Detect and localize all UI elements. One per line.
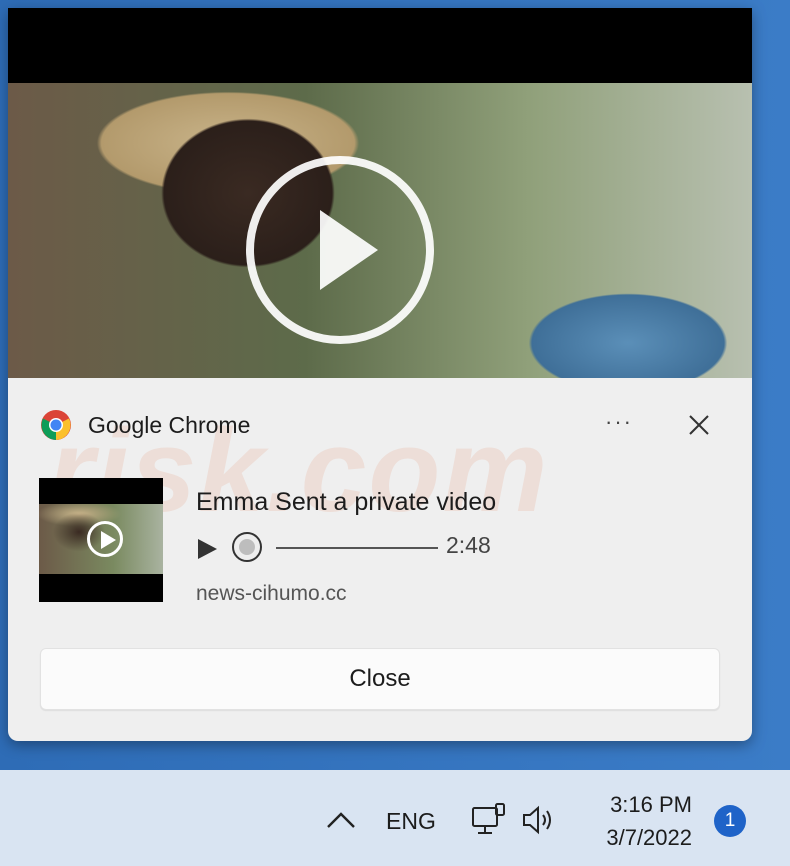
more-options-button[interactable]: ··· (602, 408, 636, 442)
media-player[interactable]: 2:48 (196, 530, 616, 564)
clock[interactable]: 3:16 PM 3/7/2022 (580, 788, 692, 854)
chrome-notification-toast[interactable]: risk.com Google Chrome ··· Emma Sent a p… (8, 8, 752, 741)
thumbnail-play-icon[interactable] (87, 521, 123, 557)
clock-time: 3:16 PM (610, 792, 692, 817)
close-button[interactable]: Close (40, 648, 720, 710)
close-icon[interactable] (684, 410, 714, 440)
video-preview-image[interactable] (8, 8, 752, 378)
language-indicator[interactable]: ENG (386, 808, 436, 835)
chevron-up-icon[interactable] (324, 810, 358, 830)
network-icon[interactable] (470, 802, 508, 840)
play-icon[interactable] (246, 156, 434, 344)
video-duration: 2:48 (446, 532, 491, 558)
progress-track[interactable] (276, 547, 438, 549)
clock-date: 3/7/2022 (606, 825, 692, 850)
app-name: Google Chrome (88, 411, 251, 438)
chrome-icon (41, 410, 71, 440)
taskbar: ENG 3:16 PM 3/7/2022 1 (0, 770, 790, 866)
notification-count-badge[interactable]: 1 (714, 805, 746, 837)
notification-source: news-cihumo.cc (196, 582, 347, 605)
video-thumbnail[interactable] (39, 478, 163, 602)
play-icon[interactable] (196, 538, 218, 560)
notification-header: Google Chrome (40, 408, 250, 442)
volume-icon[interactable] (520, 804, 556, 836)
seek-knob[interactable] (232, 532, 262, 562)
notification-title: Emma Sent a private video (196, 488, 497, 516)
